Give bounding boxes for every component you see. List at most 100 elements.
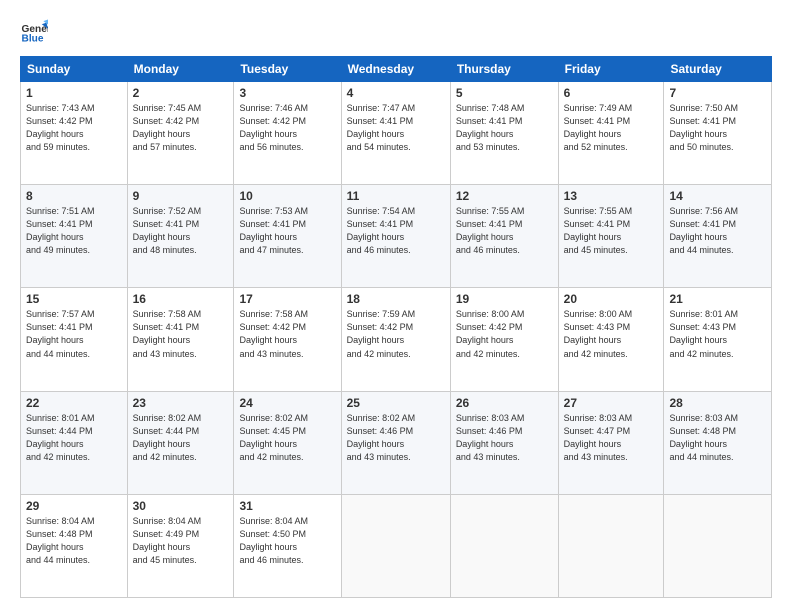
cell-info: Sunrise: 7:54 AMSunset: 4:41 PMDaylight … [347, 206, 416, 255]
calendar-cell: 14 Sunrise: 7:56 AMSunset: 4:41 PMDaylig… [664, 185, 772, 288]
cell-info: Sunrise: 8:00 AMSunset: 4:43 PMDaylight … [564, 309, 633, 358]
calendar-cell: 11 Sunrise: 7:54 AMSunset: 4:41 PMDaylig… [341, 185, 450, 288]
calendar-cell: 20 Sunrise: 8:00 AMSunset: 4:43 PMDaylig… [558, 288, 664, 391]
svg-text:Blue: Blue [22, 33, 44, 44]
calendar-cell: 25 Sunrise: 8:02 AMSunset: 4:46 PMDaylig… [341, 391, 450, 494]
day-number: 23 [133, 396, 229, 410]
day-number: 12 [456, 189, 553, 203]
cell-info: Sunrise: 8:00 AMSunset: 4:42 PMDaylight … [456, 309, 525, 358]
cell-info: Sunrise: 7:56 AMSunset: 4:41 PMDaylight … [669, 206, 738, 255]
day-number: 2 [133, 86, 229, 100]
cell-info: Sunrise: 7:48 AMSunset: 4:41 PMDaylight … [456, 103, 525, 152]
cell-info: Sunrise: 8:02 AMSunset: 4:45 PMDaylight … [239, 413, 308, 462]
calendar-cell [558, 494, 664, 597]
day-number: 13 [564, 189, 659, 203]
calendar-cell: 13 Sunrise: 7:55 AMSunset: 4:41 PMDaylig… [558, 185, 664, 288]
calendar-cell: 12 Sunrise: 7:55 AMSunset: 4:41 PMDaylig… [450, 185, 558, 288]
calendar-table: SundayMondayTuesdayWednesdayThursdayFrid… [20, 56, 772, 598]
cell-info: Sunrise: 8:04 AMSunset: 4:50 PMDaylight … [239, 516, 308, 565]
header-day-sunday: Sunday [21, 57, 128, 82]
day-number: 22 [26, 396, 122, 410]
day-number: 18 [347, 292, 445, 306]
day-number: 8 [26, 189, 122, 203]
calendar-cell: 6 Sunrise: 7:49 AMSunset: 4:41 PMDayligh… [558, 82, 664, 185]
day-number: 20 [564, 292, 659, 306]
calendar-cell: 5 Sunrise: 7:48 AMSunset: 4:41 PMDayligh… [450, 82, 558, 185]
page: General Blue SundayMondayTuesdayWednesda… [0, 0, 792, 612]
day-number: 16 [133, 292, 229, 306]
day-number: 30 [133, 499, 229, 513]
header-day-saturday: Saturday [664, 57, 772, 82]
calendar-cell: 30 Sunrise: 8:04 AMSunset: 4:49 PMDaylig… [127, 494, 234, 597]
cell-info: Sunrise: 7:55 AMSunset: 4:41 PMDaylight … [456, 206, 525, 255]
header-day-wednesday: Wednesday [341, 57, 450, 82]
calendar-cell: 23 Sunrise: 8:02 AMSunset: 4:44 PMDaylig… [127, 391, 234, 494]
calendar-cell: 29 Sunrise: 8:04 AMSunset: 4:48 PMDaylig… [21, 494, 128, 597]
week-row-5: 29 Sunrise: 8:04 AMSunset: 4:48 PMDaylig… [21, 494, 772, 597]
cell-info: Sunrise: 8:02 AMSunset: 4:46 PMDaylight … [347, 413, 416, 462]
day-number: 17 [239, 292, 335, 306]
calendar-cell: 16 Sunrise: 7:58 AMSunset: 4:41 PMDaylig… [127, 288, 234, 391]
calendar-cell: 19 Sunrise: 8:00 AMSunset: 4:42 PMDaylig… [450, 288, 558, 391]
cell-info: Sunrise: 7:51 AMSunset: 4:41 PMDaylight … [26, 206, 95, 255]
cell-info: Sunrise: 8:03 AMSunset: 4:48 PMDaylight … [669, 413, 738, 462]
calendar-cell: 7 Sunrise: 7:50 AMSunset: 4:41 PMDayligh… [664, 82, 772, 185]
calendar-cell: 21 Sunrise: 8:01 AMSunset: 4:43 PMDaylig… [664, 288, 772, 391]
logo-icon: General Blue [20, 18, 48, 46]
calendar-cell: 17 Sunrise: 7:58 AMSunset: 4:42 PMDaylig… [234, 288, 341, 391]
header-day-friday: Friday [558, 57, 664, 82]
calendar-cell: 18 Sunrise: 7:59 AMSunset: 4:42 PMDaylig… [341, 288, 450, 391]
calendar-cell: 24 Sunrise: 8:02 AMSunset: 4:45 PMDaylig… [234, 391, 341, 494]
cell-info: Sunrise: 7:53 AMSunset: 4:41 PMDaylight … [239, 206, 308, 255]
week-row-4: 22 Sunrise: 8:01 AMSunset: 4:44 PMDaylig… [21, 391, 772, 494]
day-number: 7 [669, 86, 766, 100]
cell-info: Sunrise: 7:59 AMSunset: 4:42 PMDaylight … [347, 309, 416, 358]
calendar-cell: 2 Sunrise: 7:45 AMSunset: 4:42 PMDayligh… [127, 82, 234, 185]
day-number: 28 [669, 396, 766, 410]
day-number: 26 [456, 396, 553, 410]
day-number: 10 [239, 189, 335, 203]
cell-info: Sunrise: 7:57 AMSunset: 4:41 PMDaylight … [26, 309, 95, 358]
day-number: 19 [456, 292, 553, 306]
day-number: 1 [26, 86, 122, 100]
calendar-cell: 27 Sunrise: 8:03 AMSunset: 4:47 PMDaylig… [558, 391, 664, 494]
cell-info: Sunrise: 7:52 AMSunset: 4:41 PMDaylight … [133, 206, 202, 255]
day-number: 24 [239, 396, 335, 410]
day-number: 4 [347, 86, 445, 100]
day-number: 29 [26, 499, 122, 513]
cell-info: Sunrise: 7:58 AMSunset: 4:41 PMDaylight … [133, 309, 202, 358]
day-number: 3 [239, 86, 335, 100]
calendar-header: SundayMondayTuesdayWednesdayThursdayFrid… [21, 57, 772, 82]
week-row-3: 15 Sunrise: 7:57 AMSunset: 4:41 PMDaylig… [21, 288, 772, 391]
cell-info: Sunrise: 7:45 AMSunset: 4:42 PMDaylight … [133, 103, 202, 152]
calendar-cell: 31 Sunrise: 8:04 AMSunset: 4:50 PMDaylig… [234, 494, 341, 597]
header-day-tuesday: Tuesday [234, 57, 341, 82]
calendar-cell [341, 494, 450, 597]
calendar-cell [450, 494, 558, 597]
cell-info: Sunrise: 8:04 AMSunset: 4:48 PMDaylight … [26, 516, 95, 565]
cell-info: Sunrise: 8:03 AMSunset: 4:47 PMDaylight … [564, 413, 633, 462]
header: General Blue [20, 18, 772, 46]
day-number: 9 [133, 189, 229, 203]
day-number: 11 [347, 189, 445, 203]
day-number: 21 [669, 292, 766, 306]
calendar-cell: 4 Sunrise: 7:47 AMSunset: 4:41 PMDayligh… [341, 82, 450, 185]
calendar-cell: 22 Sunrise: 8:01 AMSunset: 4:44 PMDaylig… [21, 391, 128, 494]
calendar-cell: 15 Sunrise: 7:57 AMSunset: 4:41 PMDaylig… [21, 288, 128, 391]
calendar-cell: 3 Sunrise: 7:46 AMSunset: 4:42 PMDayligh… [234, 82, 341, 185]
cell-info: Sunrise: 7:46 AMSunset: 4:42 PMDaylight … [239, 103, 308, 152]
cell-info: Sunrise: 7:49 AMSunset: 4:41 PMDaylight … [564, 103, 633, 152]
header-day-monday: Monday [127, 57, 234, 82]
calendar-cell: 28 Sunrise: 8:03 AMSunset: 4:48 PMDaylig… [664, 391, 772, 494]
cell-info: Sunrise: 7:55 AMSunset: 4:41 PMDaylight … [564, 206, 633, 255]
day-number: 25 [347, 396, 445, 410]
calendar-cell [664, 494, 772, 597]
calendar-cell: 26 Sunrise: 8:03 AMSunset: 4:46 PMDaylig… [450, 391, 558, 494]
cell-info: Sunrise: 7:47 AMSunset: 4:41 PMDaylight … [347, 103, 416, 152]
cell-info: Sunrise: 8:01 AMSunset: 4:43 PMDaylight … [669, 309, 738, 358]
day-number: 31 [239, 499, 335, 513]
cell-info: Sunrise: 7:58 AMSunset: 4:42 PMDaylight … [239, 309, 308, 358]
calendar-cell: 9 Sunrise: 7:52 AMSunset: 4:41 PMDayligh… [127, 185, 234, 288]
header-row: SundayMondayTuesdayWednesdayThursdayFrid… [21, 57, 772, 82]
day-number: 27 [564, 396, 659, 410]
